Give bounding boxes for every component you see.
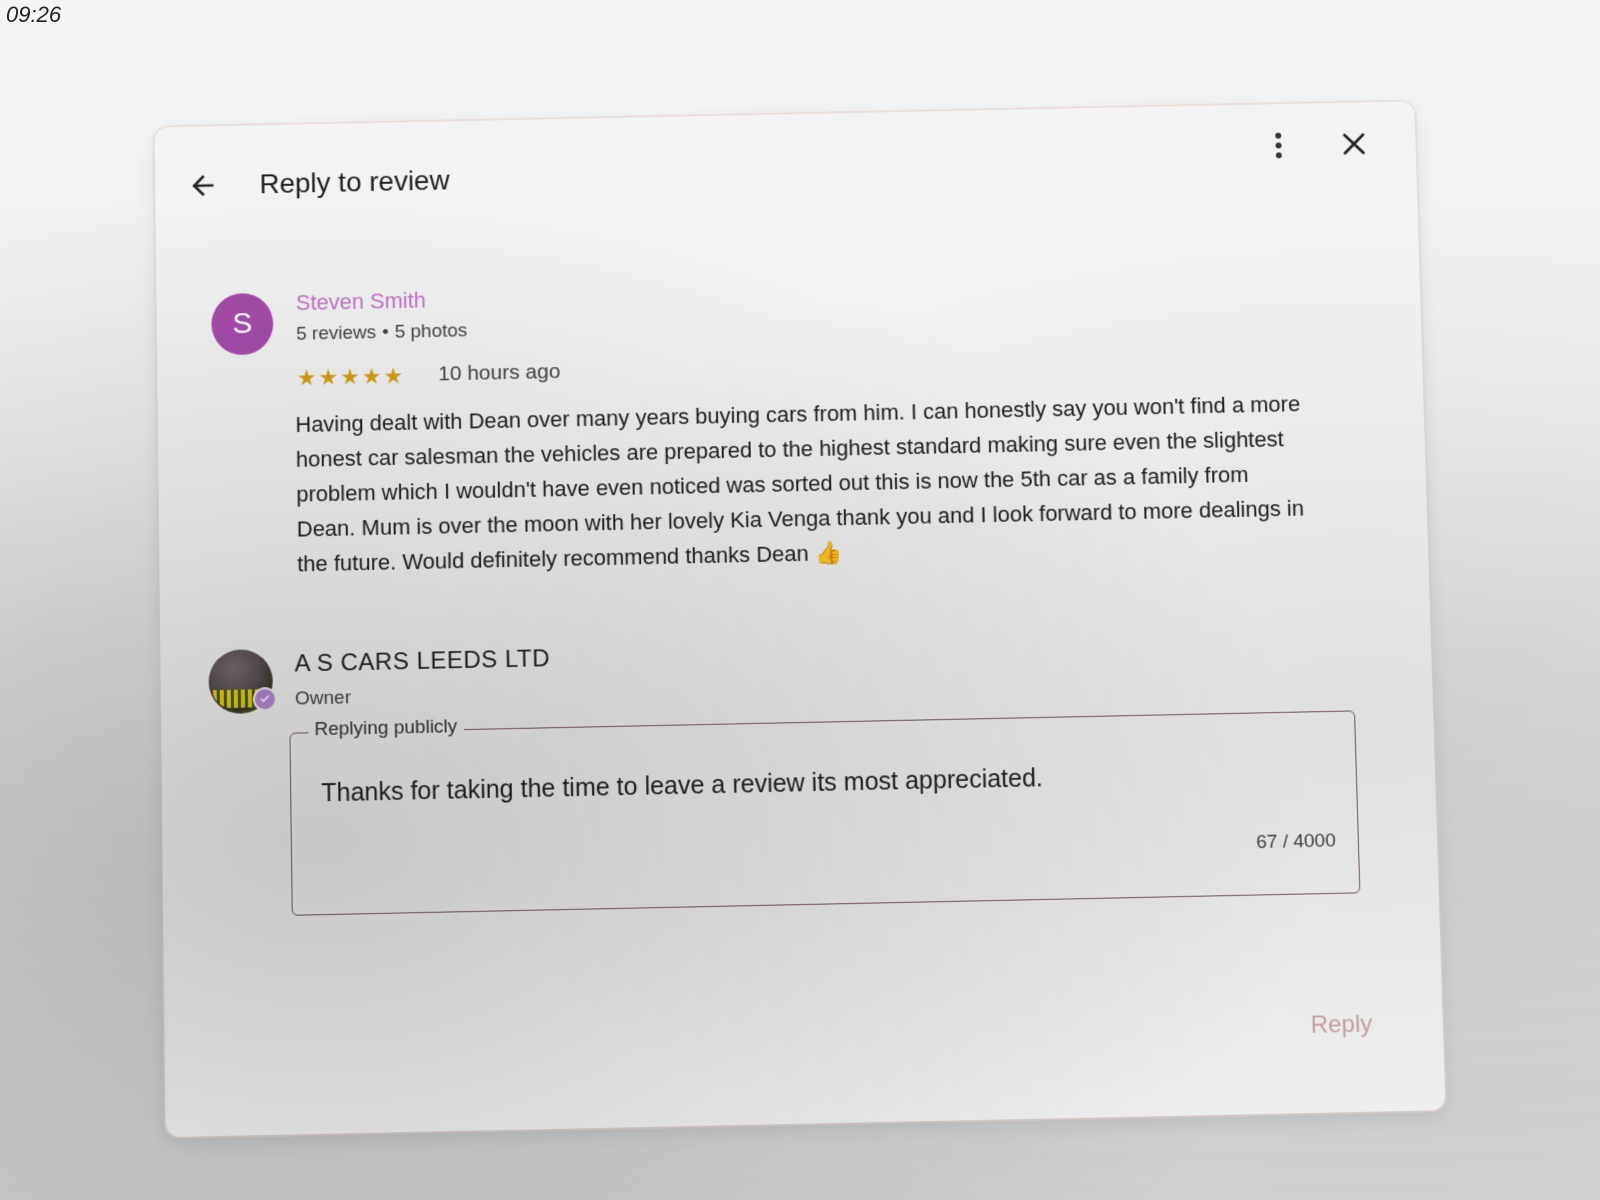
owner-role: Owner <box>295 687 351 710</box>
arrow-left-icon <box>187 170 219 202</box>
back-button[interactable] <box>183 165 223 205</box>
reply-button[interactable]: Reply <box>1310 1010 1373 1040</box>
dialog-title: Reply to review <box>259 165 450 200</box>
close-button[interactable] <box>1331 122 1376 166</box>
owner-name: A S CARS LEEDS LTD <box>294 645 550 678</box>
meta-separator: • <box>382 322 389 343</box>
reviewer-meta: 5 reviews • 5 photos <box>296 320 467 345</box>
reply-dialog: Reply to review S Steven Smith 5 reviews… <box>155 101 1446 1137</box>
star-icon: ★ <box>318 367 338 389</box>
review-time: 10 hours ago <box>438 360 561 386</box>
owner-avatar <box>208 649 273 714</box>
more-vert-icon <box>1274 132 1283 160</box>
reply-input-value[interactable]: Thanks for taking the time to leave a re… <box>321 764 1043 808</box>
photos-count: 5 photos <box>395 320 468 342</box>
star-rating: ★ ★ ★ ★ ★ <box>297 365 404 389</box>
reviewer-avatar[interactable]: S <box>211 293 273 356</box>
thumbs-up-icon: 👍 <box>815 540 843 566</box>
star-icon: ★ <box>297 367 317 389</box>
reply-field-label: Replying publicly <box>308 716 463 741</box>
star-icon: ★ <box>362 366 382 388</box>
review-body: Having dealt with Dean over many years b… <box>295 391 1304 576</box>
reviewer-name[interactable]: Steven Smith <box>296 288 427 316</box>
reviews-count: 5 reviews <box>296 322 376 344</box>
star-icon: ★ <box>383 365 403 387</box>
review-text: Having dealt with Dean over many years b… <box>295 386 1306 581</box>
more-options-button[interactable] <box>1258 125 1299 165</box>
star-icon: ★ <box>340 366 360 388</box>
reply-dialog-container: Reply to review S Steven Smith 5 reviews… <box>155 101 1446 1137</box>
character-count: 67 / 4000 <box>1256 830 1336 854</box>
status-time: 09:26 <box>6 2 61 28</box>
reply-input-field[interactable]: Replying publicly Thanks for taking the … <box>289 710 1360 915</box>
verified-badge-icon <box>253 687 277 712</box>
close-icon <box>1340 130 1369 158</box>
